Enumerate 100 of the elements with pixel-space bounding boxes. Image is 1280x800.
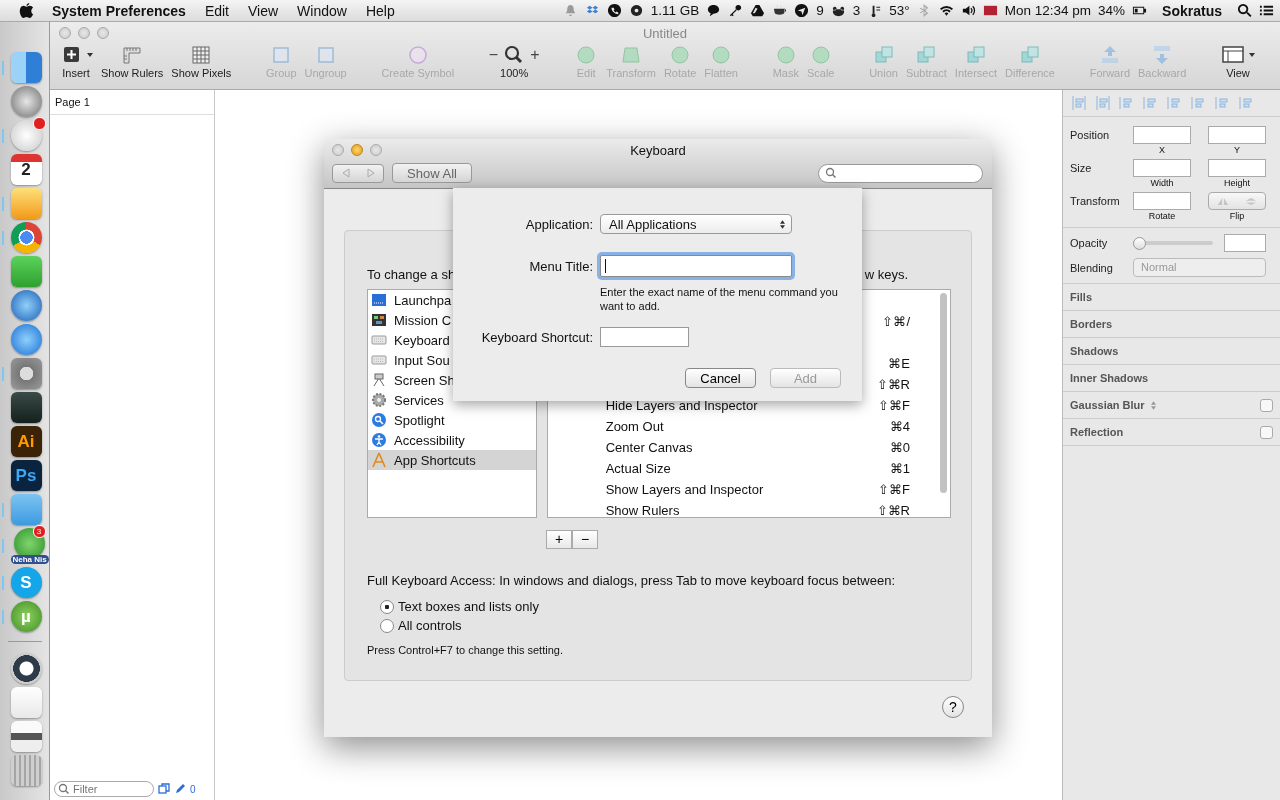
browser-icon[interactable] [10, 222, 42, 253]
align-icon[interactable] [1143, 95, 1159, 111]
flag-icon[interactable] [982, 3, 998, 18]
application-dropdown[interactable]: All Applications [600, 214, 792, 234]
filter-field[interactable]: Filter [54, 781, 154, 797]
back-forward-control[interactable] [332, 163, 384, 183]
shortcut-keys[interactable]: ⌘0 [889, 440, 910, 455]
shortcut-keys[interactable]: ⌘4 [889, 419, 910, 434]
status-text[interactable]: Mon 12:34 pm [1004, 3, 1092, 18]
sheet-button[interactable]: Cancel [685, 368, 756, 388]
status-text[interactable]: 3 [852, 3, 861, 18]
section-header[interactable]: Fills [1070, 291, 1092, 303]
window-control[interactable] [351, 144, 363, 156]
menu-item[interactable]: System Preferences [52, 2, 186, 19]
menu-item[interactable]: Window [297, 2, 347, 19]
search-field[interactable] [818, 163, 983, 183]
page-item[interactable]: Page 1 [50, 90, 214, 115]
list-icon[interactable] [1259, 3, 1274, 18]
shortcut-keys[interactable]: ⇧⌘F [878, 482, 910, 497]
shortcut-name[interactable]: Zoom Out [605, 419, 664, 434]
section-header[interactable]: Borders [1070, 318, 1113, 330]
section-header[interactable]: Reflection [1070, 426, 1124, 438]
copy-icon[interactable] [158, 783, 170, 795]
shortcut-name[interactable]: Actual Size [605, 461, 671, 476]
align-icon[interactable] [1239, 95, 1255, 111]
search-icon[interactable] [1237, 3, 1252, 18]
align-icon[interactable] [1191, 95, 1207, 111]
align-icon[interactable] [1167, 95, 1183, 111]
window-control[interactable] [59, 27, 71, 39]
shortcut-keys[interactable]: ⇧⌘F [878, 398, 910, 413]
shortcut-name[interactable]: Show Rulers [605, 503, 680, 518]
window-control[interactable] [370, 144, 382, 156]
category-item[interactable]: App Shortcuts [368, 450, 536, 470]
status-text[interactable]: 34% [1098, 3, 1126, 18]
ps-icon[interactable]: Ps [10, 460, 42, 491]
stepper-icon[interactable] [1150, 400, 1156, 410]
input-field[interactable] [1133, 126, 1191, 144]
radio-button[interactable] [380, 599, 394, 614]
shortcut-keys[interactable]: ⇧⌘R [876, 503, 910, 518]
shortcut-name[interactable]: Hide Layers and Inspector [605, 398, 758, 413]
window-control[interactable] [97, 27, 109, 39]
section-header[interactable]: Inner Shadows [1070, 372, 1149, 384]
category-item[interactable]: Accessibility [368, 430, 536, 450]
checkbox[interactable] [1260, 425, 1273, 439]
shortcut-keys[interactable]: ⌘1 [889, 461, 910, 476]
input-field[interactable] [1208, 126, 1266, 144]
shortcut-keys[interactable]: ⌘E [888, 356, 910, 371]
input-field[interactable] [1133, 192, 1191, 210]
flip-control[interactable] [1208, 192, 1266, 210]
window-control[interactable] [78, 27, 90, 39]
toolbar-button[interactable]: Show Rulers [98, 44, 167, 79]
section-header[interactable]: Shadows [1070, 345, 1119, 357]
calendar-icon[interactable]: 2 [10, 154, 42, 185]
pencil-icon[interactable] [174, 783, 186, 795]
align-icon[interactable] [1095, 95, 1111, 111]
status-text[interactable]: 53° [889, 3, 910, 18]
triangle-icon[interactable] [750, 3, 766, 18]
shortcut-field[interactable] [600, 327, 689, 347]
section-header[interactable]: Gaussian Blur [1070, 399, 1145, 411]
menu-item[interactable]: Help [365, 2, 395, 19]
opacity-slider[interactable] [1133, 236, 1213, 250]
checkbox[interactable] [1260, 398, 1273, 412]
radio-label[interactable]: All controls [398, 618, 462, 633]
toolbar-button[interactable]: − + 100% [485, 44, 543, 79]
speaker-icon[interactable] [960, 3, 976, 18]
remove-button[interactable]: − [572, 530, 598, 549]
category-item[interactable]: Spotlight [368, 410, 536, 430]
status-text[interactable]: Sokratus [1162, 2, 1222, 19]
shortcut-keys[interactable]: ⇧⌘/ [882, 314, 910, 329]
logo-icon[interactable] [19, 2, 34, 19]
ai-icon[interactable]: Ai [10, 426, 42, 457]
shortcut-keys[interactable]: ⇧⌘R [876, 377, 910, 392]
input-field[interactable] [1133, 159, 1191, 177]
shortcut-name[interactable]: Center Canvas [605, 440, 693, 455]
shortcut-name[interactable]: Show Layers and Inspector [605, 482, 764, 497]
scrollbar[interactable] [940, 293, 947, 493]
status-text[interactable]: 9 [816, 3, 824, 18]
menu-item[interactable]: Edit [204, 2, 229, 19]
phone-icon[interactable] [606, 3, 622, 18]
toolbar-button[interactable]: View [1217, 44, 1258, 79]
input-field[interactable] [1208, 159, 1266, 177]
align-icon[interactable] [1215, 95, 1231, 111]
menu-item[interactable]: View [248, 2, 279, 19]
show-all-button[interactable]: Show All [392, 163, 472, 183]
input-field[interactable] [1224, 234, 1266, 252]
radio-label[interactable]: Text boxes and lists only [398, 599, 539, 614]
align-icon[interactable] [1119, 95, 1135, 111]
radio-button[interactable] [380, 618, 394, 633]
help-button[interactable]: ? [942, 696, 964, 718]
wifi-icon[interactable] [938, 3, 954, 18]
plane-icon[interactable] [794, 3, 810, 18]
speech-bubble-icon[interactable] [706, 3, 722, 18]
menu-title-field[interactable] [600, 255, 792, 277]
key-icon[interactable] [728, 3, 744, 18]
toolbar-button[interactable]: Show Pixels [168, 44, 235, 79]
status-text[interactable]: 1.11 GB [650, 3, 700, 18]
add-button[interactable]: + [546, 530, 572, 549]
toolbar-button[interactable]: Insert [56, 44, 96, 79]
align-icon[interactable] [1071, 95, 1087, 111]
window-control[interactable] [332, 144, 344, 156]
